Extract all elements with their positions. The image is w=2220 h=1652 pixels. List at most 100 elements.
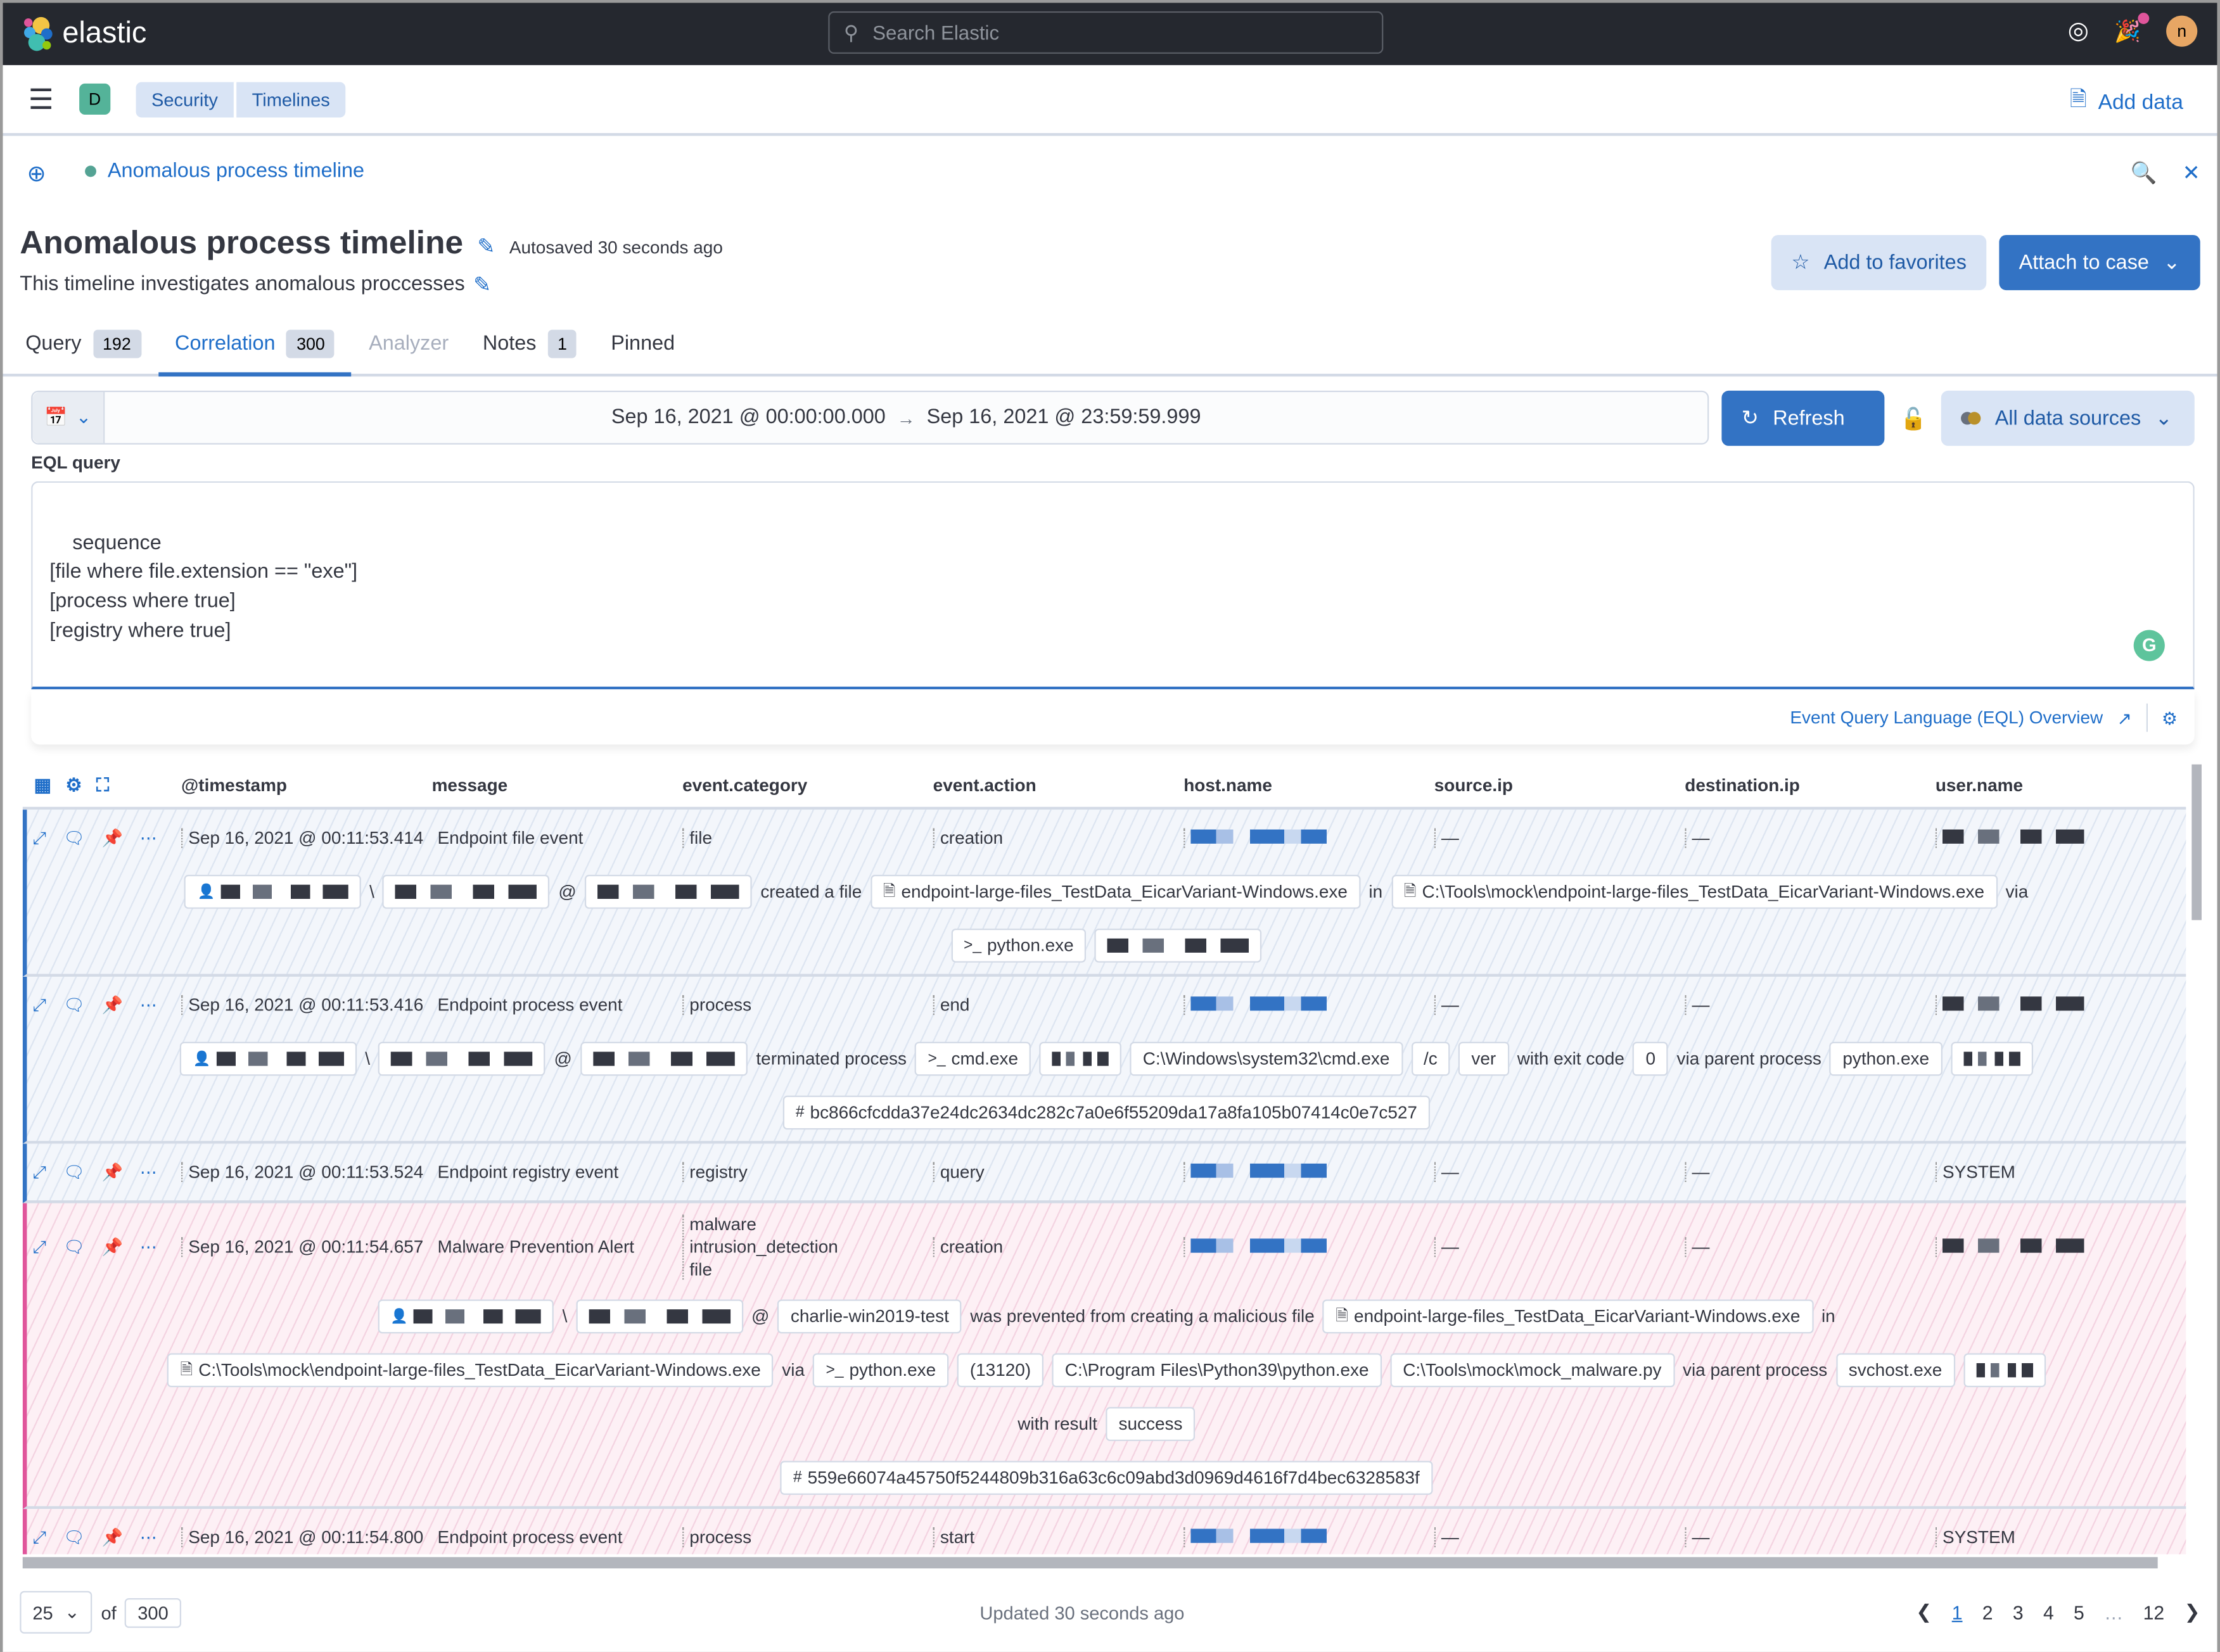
edit-title-icon[interactable]: ✎	[477, 234, 495, 259]
value-pill[interactable]: >_ cmd.exe	[915, 1041, 1031, 1076]
cell-timestamp[interactable]: Sep 16, 2021 @ 00:11:54.657	[181, 1237, 432, 1257]
column-header-eventcategory[interactable]: event.category	[682, 776, 933, 796]
value-pill[interactable]: # bc866cfcdda37e24dc2634dc282c7a0e6f55209…	[782, 1095, 1431, 1130]
note-icon[interactable]: 🗨	[63, 1527, 85, 1548]
cell-event-category[interactable]: registry	[682, 1162, 933, 1182]
page-button[interactable]: 12	[2143, 1602, 2165, 1623]
redacted-value-pill[interactable]	[1039, 1041, 1122, 1076]
value-pill[interactable]: /c	[1410, 1041, 1450, 1076]
expand-icon[interactable]: ⤢	[32, 994, 46, 1016]
cell-destination-ip[interactable]: —	[1685, 1527, 1936, 1547]
elastic-logo[interactable]: elastic	[23, 16, 146, 53]
value-pill[interactable]: #559e66074a45750f5244809b316a63c6c09abd3…	[780, 1461, 1432, 1495]
cell-message[interactable]: Endpoint process event	[432, 1527, 683, 1547]
value-pill[interactable]: (13120)	[957, 1353, 1044, 1388]
redacted-value-pill[interactable]: 👤	[180, 1041, 357, 1076]
expand-icon[interactable]: ⤢	[32, 1527, 46, 1548]
cell-source-ip[interactable]: —	[1434, 1527, 1685, 1547]
rows-per-page-select[interactable]: 25 ⌄	[20, 1591, 93, 1634]
cell-message[interactable]: Endpoint process event	[432, 995, 683, 1015]
fields-browser-icon[interactable]: ▦	[34, 774, 51, 797]
add-to-favorites-button[interactable]: ☆ Add to favorites	[1771, 234, 1987, 291]
cell-user-name[interactable]	[1935, 1237, 2186, 1257]
column-header-eventaction[interactable]: event.action	[933, 776, 1184, 796]
cell-event-category[interactable]: file	[682, 828, 933, 848]
cell-user-name[interactable]: SYSTEM	[1935, 1527, 2186, 1547]
space-avatar[interactable]: D	[79, 83, 111, 115]
add-data-button[interactable]: 🗎 Add data	[2070, 85, 2183, 120]
user-avatar[interactable]: n	[2166, 15, 2198, 47]
note-icon[interactable]: 🗨	[63, 1236, 85, 1258]
redacted-value-pill[interactable]	[1095, 928, 1262, 963]
cell-event-action[interactable]: creation	[933, 1237, 1184, 1257]
column-header-username[interactable]: user.name	[1936, 776, 2186, 796]
category-value[interactable]: file	[689, 828, 933, 848]
cell-source-ip[interactable]: —	[1434, 1237, 1685, 1257]
data-sources-select[interactable]: All data sources ⌄	[1941, 390, 2195, 446]
more-icon[interactable]: ⋯	[140, 827, 157, 849]
value-pill[interactable]: charlie-win2019-test	[777, 1299, 962, 1334]
cell-timestamp[interactable]: Sep 16, 2021 @ 00:11:53.414	[181, 828, 432, 848]
value-pill[interactable]: 🗎 C:\Tools\mock\endpoint-large-files_Test…	[1391, 875, 1998, 909]
cell-user-name[interactable]	[1935, 994, 2186, 1015]
add-timeline-icon[interactable]: ⊕	[27, 160, 46, 189]
eql-query-input[interactable]: sequence [file where file.extension == "…	[31, 481, 2195, 690]
category-value[interactable]: process	[689, 995, 933, 1015]
redacted-value-pill[interactable]	[1963, 1353, 2046, 1388]
category-value[interactable]: malware	[689, 1214, 933, 1234]
cell-timestamp[interactable]: Sep 16, 2021 @ 00:11:53.416	[181, 994, 432, 1015]
cell-host-name[interactable]	[1183, 994, 1434, 1015]
fullscreen-icon[interactable]: ⛶	[96, 774, 109, 797]
note-icon[interactable]: 🗨	[63, 827, 85, 849]
note-icon[interactable]: 🗨	[63, 1162, 85, 1183]
value-pill[interactable]: >_ python.exe	[950, 928, 1087, 963]
cell-event-category[interactable]: process	[682, 1527, 933, 1547]
column-header-destinationip[interactable]: destination.ip	[1685, 776, 1936, 796]
value-pill[interactable]: >_ python.exe	[813, 1353, 949, 1388]
cell-destination-ip[interactable]: —	[1685, 994, 1936, 1015]
cell-source-ip[interactable]: —	[1434, 828, 1685, 848]
redacted-value-pill[interactable]	[1950, 1041, 2033, 1076]
tab-query[interactable]: Query 192	[8, 314, 158, 374]
news-feed-icon[interactable]: 🎉	[2114, 13, 2150, 44]
breadcrumb-security[interactable]: Security	[136, 81, 236, 117]
category-value[interactable]: process	[689, 1527, 933, 1547]
breadcrumb-timelines[interactable]: Timelines	[236, 81, 346, 117]
more-icon[interactable]: ⋯	[140, 1527, 157, 1548]
redacted-value-pill[interactable]	[580, 1041, 748, 1076]
cell-event-category[interactable]: process	[682, 994, 933, 1015]
column-header-sourceip[interactable]: source.ip	[1434, 776, 1685, 796]
redacted-value-pill[interactable]: 👤	[378, 1299, 554, 1334]
cell-host-name[interactable]	[1183, 828, 1434, 848]
cell-source-ip[interactable]: —	[1434, 994, 1685, 1015]
redacted-value-pill[interactable]	[383, 875, 551, 909]
cell-host-name[interactable]	[1183, 1527, 1434, 1547]
page-button[interactable]: 5	[2074, 1602, 2084, 1623]
inspect-icon[interactable]: 🔍	[2131, 160, 2157, 186]
value-pill[interactable]: 0	[1633, 1041, 1669, 1076]
value-pill[interactable]: C:\Program Files\Python39\python.exe	[1052, 1353, 1382, 1388]
tab-correlation[interactable]: Correlation 300	[158, 314, 352, 377]
pin-icon[interactable]: 📌	[102, 1527, 123, 1548]
value-pill[interactable]: success	[1106, 1407, 1196, 1441]
value-pill[interactable]: C:\Windows\system32\cmd.exe	[1130, 1041, 1403, 1076]
value-pill[interactable]: 🗎 endpoint-large-files_TestData_EicarVari…	[1323, 1299, 1813, 1334]
vertical-scrollbar[interactable]	[2191, 764, 2202, 920]
cell-source-ip[interactable]: —	[1434, 1162, 1685, 1182]
pin-icon[interactable]: 📌	[102, 994, 123, 1016]
category-value[interactable]: registry	[689, 1162, 933, 1182]
cell-event-action[interactable]: creation	[933, 828, 1184, 848]
more-icon[interactable]: ⋯	[140, 1236, 157, 1258]
cell-event-category[interactable]: malware intrusion_detection file	[682, 1214, 933, 1280]
help-icon[interactable]: ◎	[2068, 17, 2089, 46]
category-value[interactable]: file	[689, 1260, 933, 1280]
cell-message[interactable]: Endpoint registry event	[432, 1162, 683, 1182]
pin-icon[interactable]: 📌	[102, 1162, 123, 1183]
timeline-tab-title[interactable]: Anomalous process timeline	[85, 160, 364, 182]
cell-user-name[interactable]: SYSTEM	[1935, 1162, 2186, 1182]
redacted-value-pill[interactable]	[585, 875, 752, 909]
redacted-value-pill[interactable]	[378, 1041, 546, 1076]
quick-select-button[interactable]: 📅 ⌄	[32, 392, 105, 443]
cell-timestamp[interactable]: Sep 16, 2021 @ 00:11:53.524	[181, 1162, 432, 1182]
cell-host-name[interactable]	[1183, 1237, 1434, 1257]
